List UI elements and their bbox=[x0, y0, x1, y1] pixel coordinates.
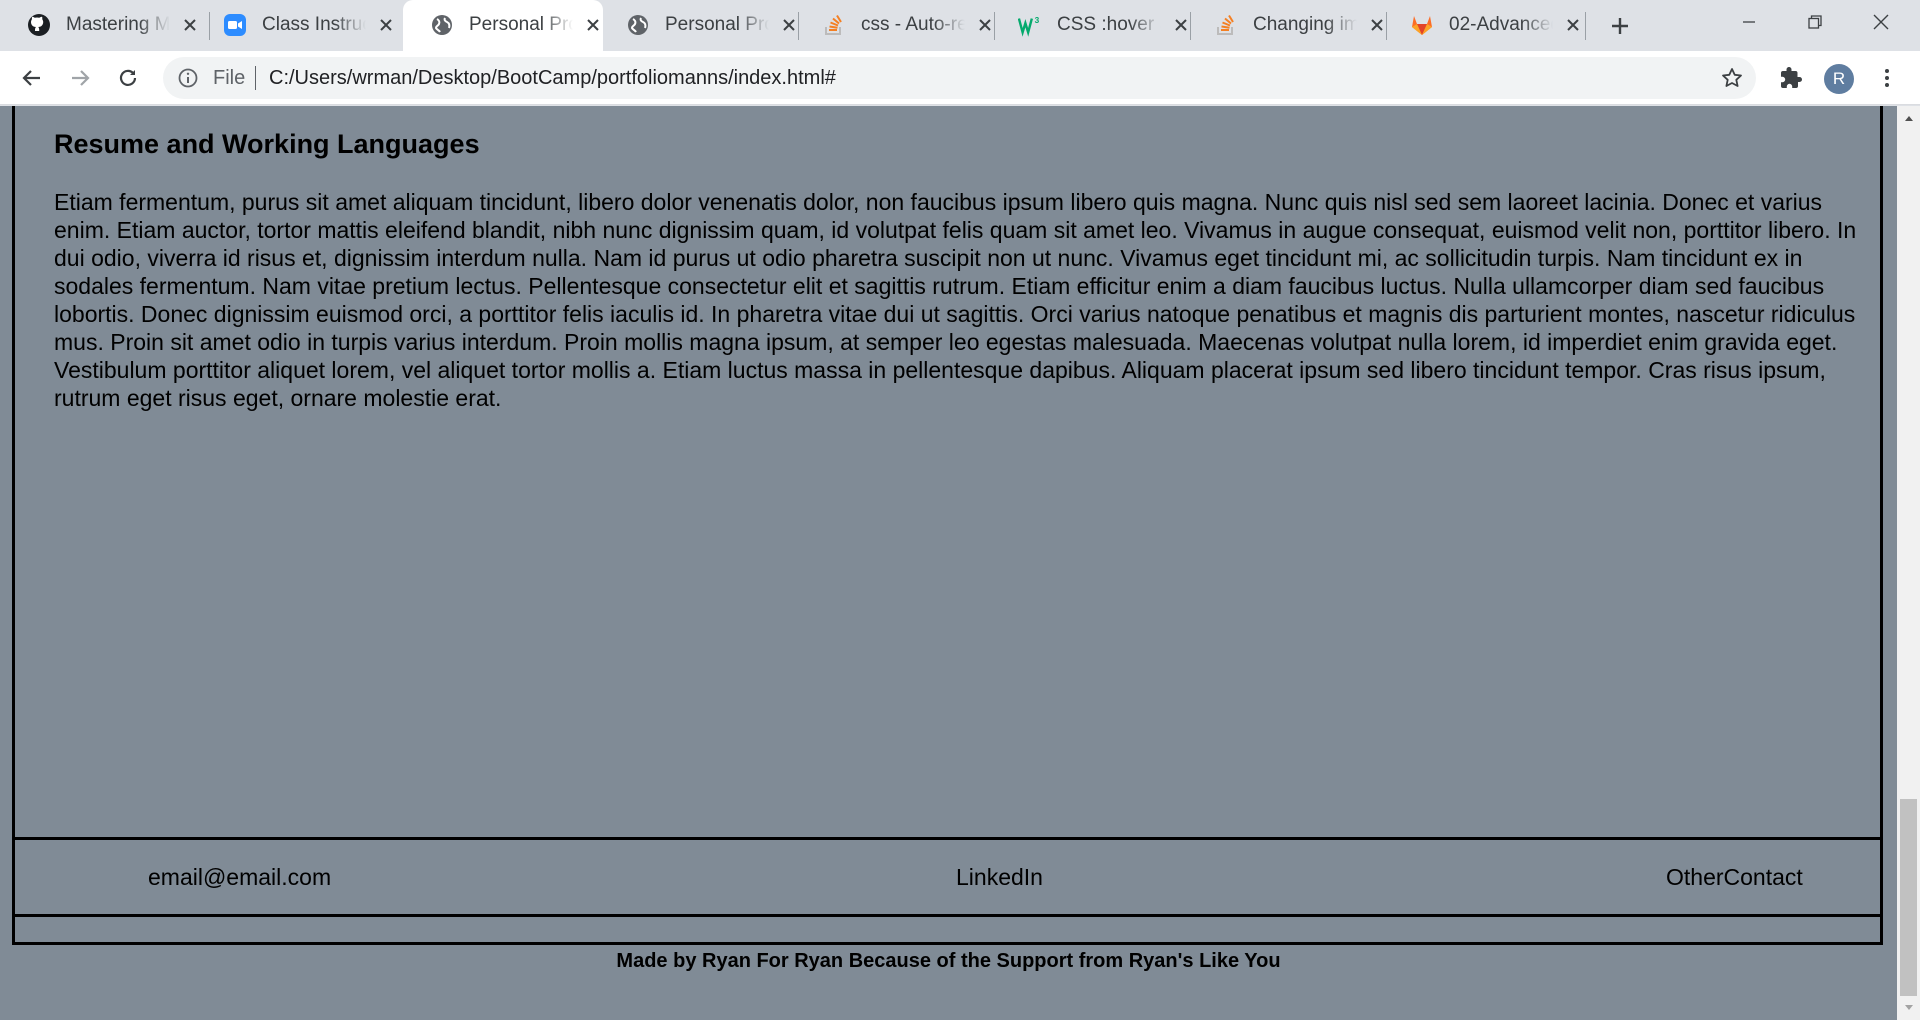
arrow-left-icon bbox=[22, 70, 40, 86]
globe-icon bbox=[430, 13, 454, 37]
browser-toolbar: File C:/Users/wrman/Desktop/BootCamp/por… bbox=[0, 51, 1920, 105]
email-link[interactable]: email@email.com bbox=[148, 864, 331, 891]
close-icon[interactable] bbox=[1560, 12, 1586, 38]
arrow-right-icon bbox=[72, 70, 90, 86]
new-tab-button[interactable] bbox=[1604, 10, 1636, 42]
stackoverflow-icon bbox=[822, 13, 846, 37]
tab-personal-profile[interactable]: Personal Profile bbox=[599, 0, 809, 51]
url-text[interactable]: C:/Users/wrman/Desktop/BootCamp/portfoli… bbox=[269, 67, 836, 90]
profile-avatar[interactable]: R bbox=[1824, 64, 1854, 94]
resume-section: Resume and Working Languages Etiam ferme… bbox=[12, 106, 1883, 945]
divider bbox=[255, 66, 256, 90]
tab-changing-image[interactable]: Changing image bbox=[1187, 0, 1397, 51]
tab-css-auto-resize[interactable]: css - Auto-resize bbox=[795, 0, 1005, 51]
plus-icon bbox=[1612, 18, 1628, 34]
back-button[interactable] bbox=[14, 60, 50, 96]
section-title: Resume and Working Languages bbox=[54, 129, 480, 159]
stackoverflow-icon bbox=[1214, 13, 1238, 37]
tab-personal-profile-active[interactable]: Personal Profile bbox=[403, 0, 603, 51]
puzzle-icon bbox=[1781, 67, 1802, 88]
forward-button[interactable] bbox=[62, 60, 98, 96]
scroll-down-arrow-icon[interactable] bbox=[1897, 998, 1920, 1018]
contact-footer: email@email.com LinkedIn OtherContact bbox=[12, 837, 1883, 917]
tab-title: 02-Advanced-CSS bbox=[1449, 14, 1553, 35]
tab-css-hover-selector[interactable]: 3 CSS :hover Selector bbox=[991, 0, 1201, 51]
svg-text:3: 3 bbox=[1035, 15, 1040, 25]
tab-mastering-markdown[interactable]: Mastering Markdown bbox=[0, 0, 210, 51]
github-icon bbox=[27, 13, 51, 37]
tab-title: Personal Profile bbox=[469, 14, 573, 35]
tab-separator bbox=[1585, 12, 1586, 40]
section-body: Etiam fermentum, purus sit amet aliquam … bbox=[54, 189, 1857, 411]
menu-button[interactable] bbox=[1872, 63, 1902, 93]
tab-title: Personal Profile bbox=[665, 14, 769, 35]
reload-button[interactable] bbox=[110, 60, 146, 96]
reload-icon bbox=[119, 69, 137, 86]
w3schools-icon: 3 bbox=[1018, 13, 1042, 37]
close-window-button[interactable] bbox=[1848, 0, 1914, 43]
tab-title: Changing image bbox=[1253, 14, 1357, 35]
scroll-up-arrow-icon[interactable] bbox=[1897, 108, 1920, 128]
minimize-button[interactable] bbox=[1716, 0, 1782, 43]
linkedin-link[interactable]: LinkedIn bbox=[956, 864, 1043, 891]
close-icon bbox=[1873, 14, 1889, 29]
gitlab-icon bbox=[1410, 13, 1434, 37]
restore-icon bbox=[1808, 14, 1822, 29]
tab-class-instructions[interactable]: Class Instructions bbox=[196, 0, 406, 51]
bookmark-star-icon[interactable] bbox=[1720, 66, 1744, 90]
minimize-icon bbox=[1743, 20, 1755, 23]
tab-strip: Mastering Markdown Class Instructions Pe… bbox=[0, 0, 1920, 51]
other-contact-link[interactable]: OtherContact bbox=[1666, 864, 1803, 891]
tab-title: css - Auto-resize bbox=[861, 14, 965, 35]
tab-title: Mastering Markdown bbox=[66, 14, 170, 35]
address-bar[interactable]: File C:/Users/wrman/Desktop/BootCamp/por… bbox=[163, 57, 1756, 99]
info-icon[interactable] bbox=[177, 67, 199, 89]
page-viewport: Resume and Working Languages Etiam ferme… bbox=[0, 106, 1897, 1020]
scrollbar-thumb[interactable] bbox=[1900, 799, 1917, 996]
url-scheme-label: File bbox=[213, 67, 246, 89]
credits-text: Made by Ryan For Ryan Because of the Sup… bbox=[616, 950, 1281, 972]
zoom-icon bbox=[223, 13, 247, 37]
tab-title: CSS :hover Selector bbox=[1057, 14, 1161, 35]
close-icon[interactable] bbox=[373, 12, 399, 38]
page-scrollbar[interactable] bbox=[1897, 106, 1920, 1020]
extensions-button[interactable] bbox=[1776, 63, 1806, 93]
tab-advanced-css[interactable]: 02-Advanced-CSS bbox=[1383, 0, 1593, 51]
more-vertical-icon bbox=[1885, 69, 1889, 87]
restore-button[interactable] bbox=[1782, 0, 1848, 43]
tab-title: Class Instructions bbox=[262, 14, 366, 35]
globe-icon bbox=[626, 13, 650, 37]
